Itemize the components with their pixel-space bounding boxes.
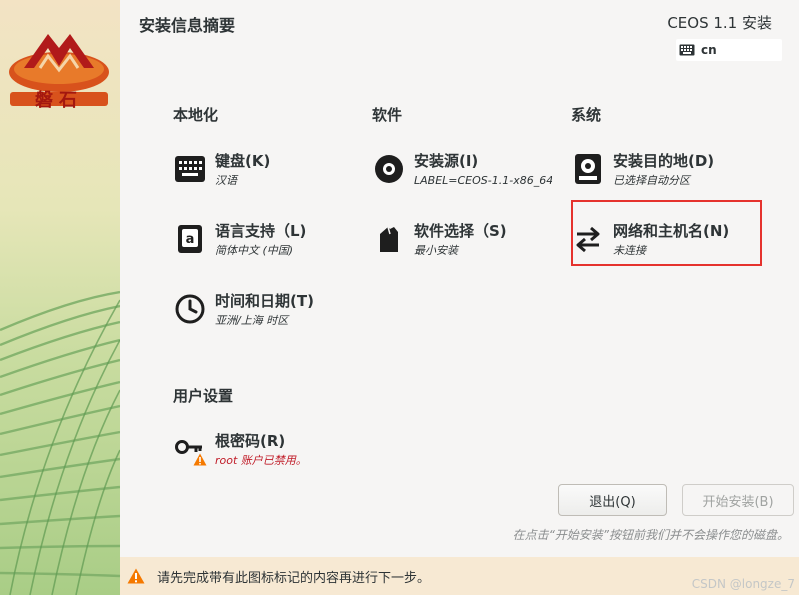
spoke-source-name: 安装源(I) (414, 152, 479, 170)
disc-icon (372, 152, 406, 186)
spoke-destination-name: 安装目的地(D) (613, 152, 715, 170)
warning-icon (127, 568, 145, 584)
spoke-root-status: root 账户已禁用。 (215, 454, 307, 467)
spoke-root-name: 根密码(R) (215, 432, 286, 450)
spoke-language-status: 简体中文 (中国) (215, 244, 294, 257)
keyboard-icon (173, 152, 207, 186)
spoke-installation-destination[interactable]: 安装目的地(D) 已选择自动分区 (571, 151, 714, 189)
spoke-datetime-name: 时间和日期(T) (215, 292, 314, 310)
warning-badge-icon (193, 453, 207, 466)
spoke-destination-status: 已选择自动分区 (613, 174, 690, 187)
begin-installation-button[interactable]: 开始安装(B) (682, 484, 794, 516)
harddisk-icon (571, 152, 605, 186)
logo: 磐石 (4, 22, 114, 114)
spoke-datetime[interactable]: 时间和日期(T) 亚洲/上海 时区 (173, 291, 314, 329)
category-system: 系统 (571, 106, 602, 124)
network-highlight-box (571, 200, 762, 266)
svg-text:a: a (186, 232, 195, 247)
page-title: 安装信息摘要 (139, 16, 236, 35)
disk-hint-text: 在点击“开始安装”按钮前我们并不会操作您的磁盘。 (512, 528, 789, 542)
package-icon (372, 222, 406, 256)
watermark: CSDN @longze_7 (691, 577, 795, 591)
spoke-software-status: 最小安装 (414, 244, 458, 257)
sidebar: 磐石 (0, 0, 120, 595)
spoke-installation-source[interactable]: 安装源(I) LABEL=CEOS-1.1-x86_64: (372, 151, 552, 189)
language-icon: a (173, 222, 207, 256)
spoke-language-name: 语言支持（L) (215, 222, 307, 240)
main-panel: 安装信息摘要 CEOS 1.1 安装 cn 本地化 软件 系统 用户设置 键盘(… (120, 0, 799, 595)
warning-text: 请先完成带有此图标标记的内容再进行下一步。 (157, 570, 431, 586)
keyboard-small-icon (679, 44, 695, 56)
keyboard-layout-label: cn (701, 43, 717, 57)
quit-button[interactable]: 退出(Q) (558, 484, 667, 516)
spoke-software-name: 软件选择（S) (414, 222, 507, 240)
logo-text: 磐石 (35, 90, 83, 111)
keyboard-layout-indicator[interactable]: cn (676, 39, 782, 61)
spoke-datetime-status: 亚洲/上海 时区 (215, 314, 289, 327)
product-title: CEOS 1.1 安装 (667, 14, 772, 32)
spoke-software-selection[interactable]: 软件选择（S) 最小安装 (372, 221, 507, 259)
spoke-source-status: LABEL=CEOS-1.1-x86_64: (414, 174, 552, 187)
key-icon (173, 432, 207, 466)
category-localization: 本地化 (173, 106, 219, 124)
spoke-keyboard[interactable]: 键盘(K) 汉语 (173, 151, 270, 189)
spoke-root-password[interactable]: 根密码(R) root 账户已禁用。 (173, 431, 307, 469)
category-user-settings: 用户设置 (173, 387, 234, 405)
spoke-keyboard-name: 键盘(K) (215, 152, 271, 170)
spoke-keyboard-status: 汉语 (215, 174, 237, 187)
category-software: 软件 (372, 106, 403, 124)
spoke-language[interactable]: a 语言支持（L) 简体中文 (中国) (173, 221, 306, 259)
clock-icon (173, 292, 207, 326)
